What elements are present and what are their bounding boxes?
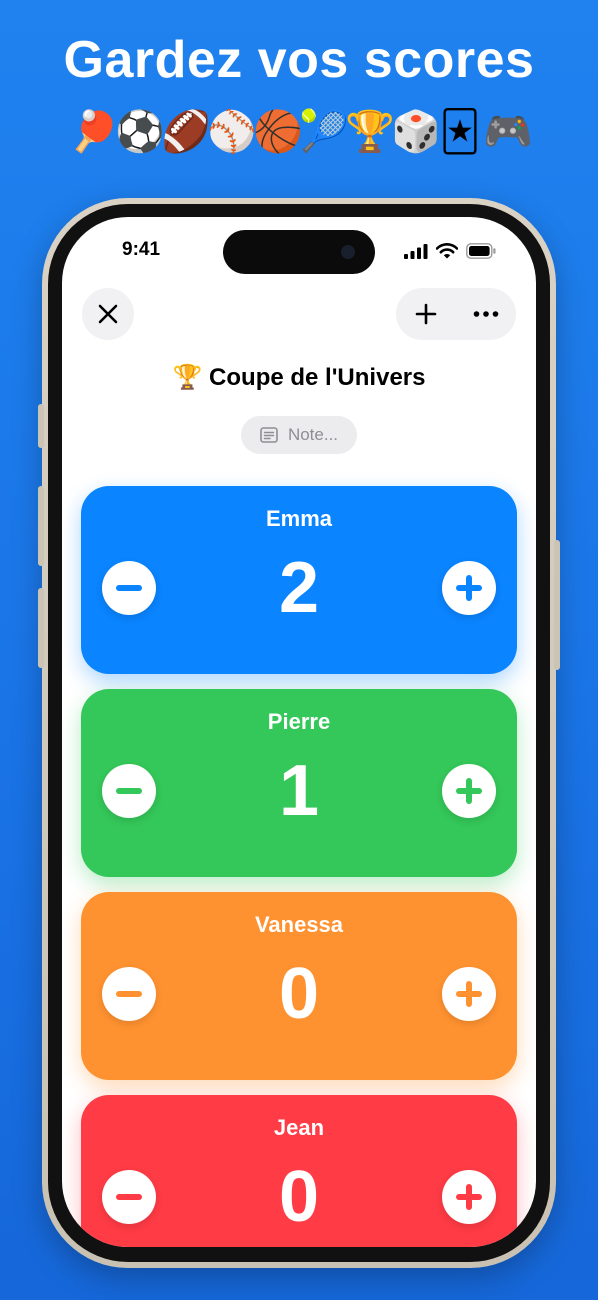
status-time: 9:41 bbox=[122, 239, 161, 260]
player-score[interactable]: 2 bbox=[181, 540, 417, 636]
dice-icon: 🎲 bbox=[391, 109, 441, 155]
player-card-jean: Jean 0 bbox=[81, 1095, 517, 1247]
minus-icon bbox=[116, 1194, 142, 1200]
player-score[interactable]: 0 bbox=[181, 946, 417, 1042]
player-card-vanessa: Vanessa 0 bbox=[81, 892, 517, 1080]
note-placeholder: Note... bbox=[287, 425, 339, 444]
player-score[interactable]: 1 bbox=[181, 743, 417, 839]
player-card-pierre: Pierre 1 bbox=[81, 689, 517, 877]
minus-icon bbox=[116, 991, 142, 997]
note-button[interactable]: Note... bbox=[241, 416, 357, 454]
wifi-icon bbox=[436, 243, 458, 259]
battery-icon bbox=[466, 243, 496, 259]
close-icon bbox=[98, 304, 118, 324]
front-camera bbox=[341, 245, 355, 259]
sports-emoji-row: 🏓⚽🏈⚾🏀🎾🏆🎲🃏🎮 bbox=[0, 106, 598, 158]
trophy-icon: 🏆 bbox=[345, 109, 395, 155]
minus-icon bbox=[116, 585, 142, 591]
decrement-button[interactable] bbox=[102, 967, 156, 1021]
dynamic-island bbox=[223, 230, 375, 274]
player-name[interactable]: Jean bbox=[81, 1115, 517, 1141]
joker-card-icon: 🃏 bbox=[439, 109, 481, 155]
plus-icon bbox=[415, 303, 437, 325]
baseball-icon: ⚾ bbox=[207, 109, 257, 155]
increment-button[interactable] bbox=[442, 1170, 496, 1224]
player-name[interactable]: Emma bbox=[81, 506, 517, 532]
phone-volume-down bbox=[38, 588, 44, 668]
plus-icon bbox=[456, 778, 482, 804]
plus-icon bbox=[456, 981, 482, 1007]
player-score[interactable]: 0 bbox=[181, 1149, 417, 1245]
football-icon: 🏈 bbox=[161, 109, 211, 155]
phone-volume-up bbox=[38, 486, 44, 566]
plus-icon bbox=[456, 1184, 482, 1210]
decrement-button[interactable] bbox=[102, 561, 156, 615]
increment-button[interactable] bbox=[442, 561, 496, 615]
phone-mute-switch bbox=[38, 404, 44, 448]
player-card-emma: Emma 2 bbox=[81, 486, 517, 674]
toolbar-actions bbox=[396, 288, 516, 340]
decrement-button[interactable] bbox=[102, 1170, 156, 1224]
player-name[interactable]: Pierre bbox=[81, 709, 517, 735]
note-icon bbox=[260, 427, 278, 443]
minus-icon bbox=[116, 788, 142, 794]
more-options-button[interactable] bbox=[461, 288, 511, 340]
player-name[interactable]: Vanessa bbox=[81, 912, 517, 938]
promo-headline: Gardez vos scores bbox=[63, 31, 535, 89]
game-controller-icon: 🎮 bbox=[483, 109, 533, 155]
phone-screen: 9:41 🏆 Coupe de l'Univers Note... Emma 2… bbox=[62, 217, 536, 1247]
tennis-ball-icon: 🎾 bbox=[299, 109, 349, 155]
status-icons bbox=[404, 241, 496, 261]
basketball-icon: 🏀 bbox=[253, 109, 303, 155]
plus-icon bbox=[456, 575, 482, 601]
phone-power-button bbox=[554, 540, 560, 670]
ping-pong-icon: 🏓 bbox=[69, 109, 119, 155]
game-title[interactable]: 🏆 Coupe de l'Univers bbox=[62, 363, 536, 392]
ellipsis-icon bbox=[473, 311, 499, 317]
increment-button[interactable] bbox=[442, 967, 496, 1021]
increment-button[interactable] bbox=[442, 764, 496, 818]
decrement-button[interactable] bbox=[102, 764, 156, 818]
close-button[interactable] bbox=[82, 288, 134, 340]
add-player-button[interactable] bbox=[401, 288, 451, 340]
cellular-signal-icon bbox=[404, 244, 428, 259]
soccer-ball-icon: ⚽ bbox=[115, 109, 165, 155]
